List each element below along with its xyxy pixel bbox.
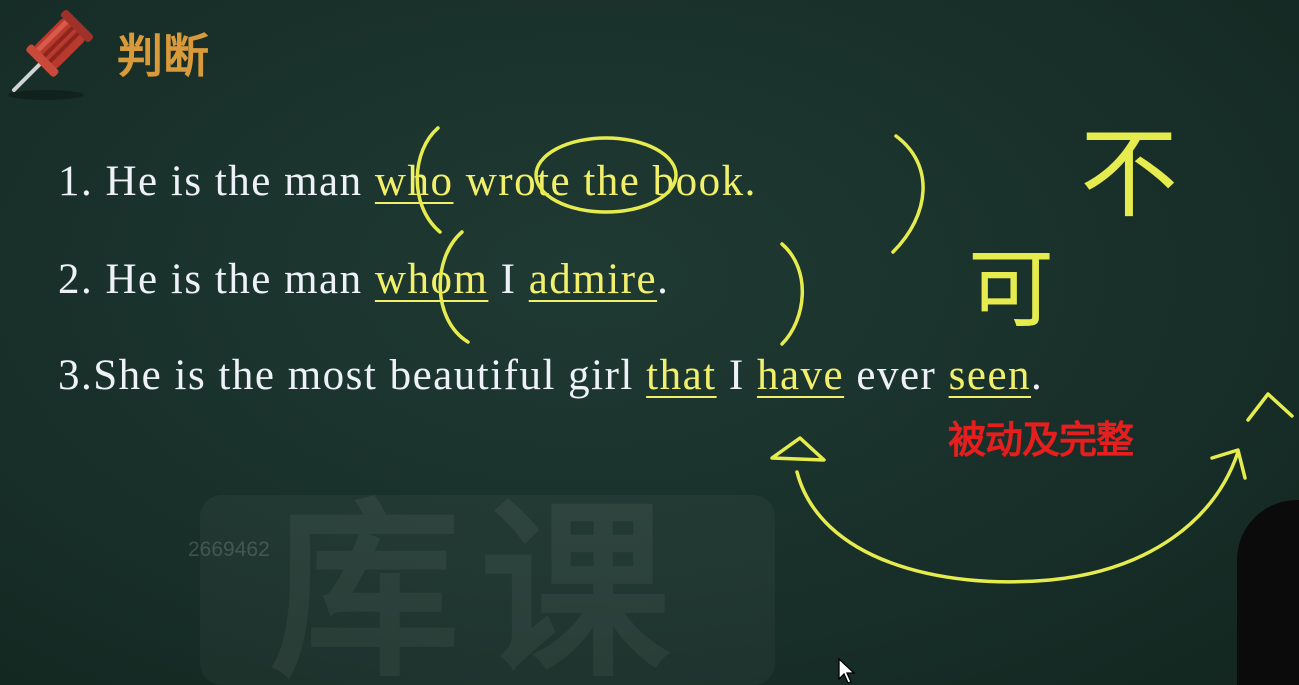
sentence-text: She is the most beautiful girl — [93, 352, 647, 399]
sentence-3: 3.She is the most beautiful girl that I … — [58, 350, 1043, 402]
mouse-cursor-icon — [838, 658, 856, 684]
sentence-number: 3. — [58, 352, 94, 399]
sentence-number: 2. — [58, 256, 106, 303]
pushpin-icon — [8, 9, 94, 100]
relative-pronoun: that — [646, 352, 717, 399]
sentence-text: I — [716, 352, 757, 399]
triangle-mark — [770, 436, 826, 462]
relative-pronoun: whom — [374, 256, 489, 303]
sentence-1: 1. He is the man who wrote the book. — [58, 156, 757, 208]
sentence-text: ever — [844, 352, 949, 399]
blackboard: 库课 2669462 判断 1. He is the man who wrote… — [0, 0, 1299, 685]
right-bracket-2 — [780, 242, 804, 346]
curved-arrow — [795, 450, 1240, 584]
handwritten-note-1: 不 — [1080, 118, 1179, 232]
presenter-silhouette — [1237, 500, 1299, 685]
caret-mark — [1246, 392, 1294, 422]
page-title: 判断 — [117, 29, 209, 83]
handwritten-note-2: 可 — [968, 240, 1054, 340]
sentence-tail: . — [657, 256, 670, 303]
right-bracket-1 — [891, 134, 925, 254]
verb-underlined: have — [756, 352, 845, 399]
red-note: 被动及完整 — [948, 418, 1134, 462]
sentence-number: 1. — [58, 158, 106, 205]
verb-underlined: seen — [948, 352, 1032, 399]
verb-circled: wrote — [465, 158, 572, 205]
sentence-text: I — [488, 256, 529, 303]
verb-underlined: admire — [528, 256, 658, 303]
watermark-id: 2669462 — [188, 538, 270, 561]
relative-pronoun: who — [374, 158, 454, 205]
sentence-text: He is the man — [105, 158, 375, 205]
sentence-tail: the book. — [571, 158, 757, 205]
sentence-text: He is the man — [105, 256, 375, 303]
sentence-tail: . — [1031, 352, 1044, 399]
arrow-head — [1210, 448, 1247, 480]
sentence-2: 2. He is the man whom I admire. — [58, 254, 669, 306]
watermark-logo: 库课 — [270, 482, 691, 685]
